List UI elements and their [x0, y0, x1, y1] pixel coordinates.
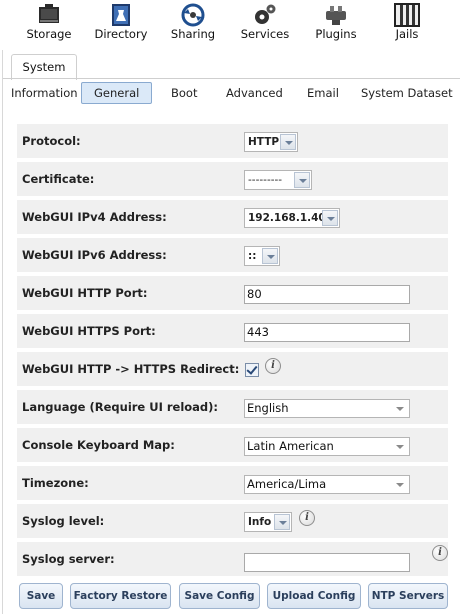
- toolbar-directory-label: Directory: [94, 27, 148, 41]
- certificate-label: Certificate:: [22, 172, 95, 186]
- row-ipv4: WebGUI IPv4 Address: 192.168.1.40: [17, 200, 448, 234]
- timezone-value: America/Lima: [247, 477, 327, 491]
- row-syslog-level: Syslog level: Info i: [17, 504, 448, 538]
- redirect-label: WebGUI HTTP -> HTTPS Redirect:: [22, 362, 240, 376]
- protocol-value: HTTP: [248, 136, 280, 148]
- certificate-select[interactable]: ---------: [244, 170, 312, 190]
- toolbar-plugins-label: Plugins: [315, 27, 357, 41]
- redirect-checkbox[interactable]: [245, 363, 259, 377]
- ipv4-value: 192.168.1.40: [248, 212, 326, 224]
- ipv4-select[interactable]: 192.168.1.40: [244, 208, 340, 228]
- timezone-label: Timezone:: [22, 476, 89, 490]
- row-redirect: WebGUI HTTP -> HTTPS Redirect: i: [17, 352, 448, 386]
- protocol-label: Protocol:: [22, 134, 81, 148]
- http-port-input[interactable]: 80: [244, 285, 410, 304]
- chevron-down-icon[interactable]: [393, 439, 408, 454]
- keyboard-value: Latin American: [247, 439, 334, 453]
- row-keyboard: Console Keyboard Map: Latin American: [17, 428, 448, 462]
- ipv6-label: WebGUI IPv6 Address:: [22, 248, 167, 262]
- ntp-servers-button[interactable]: NTP Servers: [368, 583, 448, 609]
- chevron-down-icon[interactable]: [280, 134, 296, 150]
- subtab-advanced[interactable]: Advanced: [226, 82, 283, 104]
- action-buttons: Save Factory Restore Save Config Upload …: [0, 582, 460, 610]
- chevron-down-icon[interactable]: [294, 172, 310, 188]
- subtab-boot[interactable]: Boot: [171, 82, 197, 104]
- row-timezone: Timezone: America/Lima: [17, 466, 448, 500]
- syslog-server-input[interactable]: [244, 553, 410, 572]
- info-icon[interactable]: i: [432, 545, 448, 561]
- save-config-button[interactable]: Save Config: [179, 583, 260, 609]
- upload-config-button[interactable]: Upload Config: [267, 583, 361, 609]
- subtab-information[interactable]: Information: [11, 82, 78, 104]
- row-http-port: WebGUI HTTP Port: 80: [17, 276, 448, 310]
- chevron-down-icon[interactable]: [393, 401, 408, 416]
- language-select[interactable]: English: [244, 399, 410, 418]
- plugins-icon: [326, 6, 346, 25]
- https-port-label: WebGUI HTTPS Port:: [22, 324, 156, 338]
- row-language: Language (Require UI reload): English: [17, 390, 448, 424]
- top-toolbar: Storage Directory Sharing Services Plugi…: [0, 0, 460, 46]
- syslog-level-select[interactable]: Info: [244, 512, 292, 532]
- row-syslog-server: Syslog server: i: [17, 542, 448, 576]
- protocol-select[interactable]: HTTP: [244, 132, 298, 152]
- sharing-icon: [181, 3, 205, 27]
- chevron-down-icon[interactable]: [274, 514, 290, 530]
- toolbar-sharing-label: Sharing: [170, 27, 216, 41]
- syslog-server-label: Syslog server:: [22, 552, 115, 566]
- ipv6-value: ::: [248, 250, 257, 262]
- toolbar-storage-label: Storage: [26, 27, 72, 41]
- jails-icon: [394, 3, 420, 27]
- ipv4-label: WebGUI IPv4 Address:: [22, 210, 167, 224]
- info-icon[interactable]: i: [265, 358, 281, 374]
- row-ipv6: WebGUI IPv6 Address: ::: [17, 238, 448, 272]
- chevron-down-icon[interactable]: [322, 210, 338, 226]
- row-certificate: Certificate: ---------: [17, 162, 448, 196]
- storage-icon: [39, 4, 59, 23]
- toolbar-services[interactable]: Services: [238, 0, 292, 46]
- toolbar-directory[interactable]: Directory: [91, 0, 151, 46]
- services-icon: [255, 4, 276, 24]
- factory-restore-button[interactable]: Factory Restore: [70, 583, 171, 609]
- toolbar-jails-label: Jails: [395, 27, 419, 41]
- keyboard-select[interactable]: Latin American: [244, 437, 410, 456]
- subtab-email[interactable]: Email: [307, 82, 339, 104]
- row-protocol: Protocol: HTTP: [17, 124, 448, 158]
- chevron-down-icon[interactable]: [393, 477, 408, 492]
- certificate-value: ---------: [248, 174, 283, 186]
- syslog-level-value: Info: [248, 516, 272, 528]
- subtab-system-dataset[interactable]: System Dataset: [361, 82, 453, 104]
- toolbar-plugins[interactable]: Plugins: [312, 0, 360, 46]
- row-https-port: WebGUI HTTPS Port: 443: [17, 314, 448, 348]
- http-port-label: WebGUI HTTP Port:: [22, 286, 148, 300]
- language-label: Language (Require UI reload):: [22, 400, 219, 414]
- subtab-bar: Information General Boot Advanced Email …: [3, 78, 460, 106]
- tab-system[interactable]: System: [11, 54, 77, 80]
- toolbar-services-label: Services: [240, 27, 290, 41]
- save-button[interactable]: Save: [19, 583, 63, 609]
- toolbar-sharing[interactable]: Sharing: [166, 0, 220, 46]
- https-port-input[interactable]: 443: [244, 323, 410, 342]
- timezone-select[interactable]: America/Lima: [244, 475, 410, 494]
- language-value: English: [247, 401, 289, 415]
- toolbar-jails[interactable]: Jails: [388, 0, 426, 46]
- keyboard-label: Console Keyboard Map:: [22, 438, 175, 452]
- directory-icon: [112, 4, 130, 26]
- info-icon[interactable]: i: [299, 510, 315, 526]
- chevron-down-icon[interactable]: [262, 248, 278, 264]
- toolbar-storage[interactable]: Storage: [22, 0, 76, 46]
- ipv6-select[interactable]: ::: [244, 246, 280, 266]
- syslog-level-label: Syslog level:: [22, 514, 105, 528]
- subtab-general[interactable]: General: [81, 82, 153, 104]
